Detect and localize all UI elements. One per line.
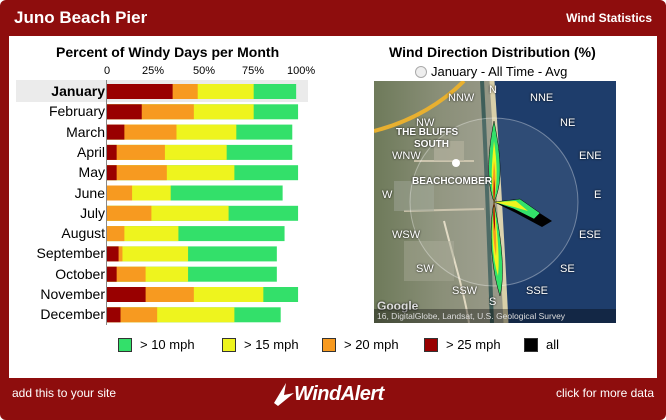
bar-june-2	[107, 185, 133, 201]
legend-swatch	[424, 338, 438, 352]
compass-w: W	[382, 189, 393, 201]
compass-nne: NNE	[530, 92, 554, 104]
map-imagery	[374, 81, 616, 323]
bar-december-3	[107, 307, 121, 323]
compass-sse: SSE	[526, 285, 549, 297]
compass-ne: NE	[560, 117, 576, 129]
legend-label: > 20 mph	[344, 337, 399, 352]
satellite-map[interactable]: N NNE NE ENE E ESE SE SSE S SSW SW WSW W…	[374, 81, 616, 323]
compass-ssw: SSW	[452, 285, 478, 297]
compass-ene: ENE	[579, 150, 602, 162]
compass-sw: SW	[416, 263, 434, 275]
bar-july-2	[107, 205, 152, 221]
compass-wsw: WSW	[392, 229, 421, 241]
map-label-south: SOUTH	[414, 139, 449, 150]
legend-label: > 25 mph	[446, 337, 501, 352]
legend-swatch	[524, 338, 538, 352]
bar-november-3	[107, 287, 146, 302]
compass-s: S	[489, 296, 497, 308]
legend-swatch	[322, 338, 336, 352]
bar-march-3	[107, 124, 125, 140]
bar-february-3	[107, 104, 142, 120]
map-label-bluffs: THE BLUFFS	[396, 127, 459, 138]
compass-nnw: NNW	[448, 92, 475, 104]
bar-september-3	[107, 246, 119, 262]
compass-se: SE	[560, 263, 575, 275]
bar-may-3	[107, 165, 117, 181]
bar-april-3	[107, 144, 117, 160]
direction-chart-title: Wind Direction Distribution (%)	[389, 44, 596, 60]
bar-january-3	[107, 84, 173, 99]
legend-label: > 15 mph	[244, 337, 299, 352]
time-range-radio[interactable]	[415, 66, 427, 78]
legend-label: all	[546, 337, 560, 352]
legend-swatch	[118, 338, 132, 352]
compass-n: N	[489, 84, 497, 96]
compass-wnw: WNW	[392, 150, 421, 162]
map-copyright: 16, DigitalGlobe, Landsat, U.S. Geologic…	[374, 309, 616, 323]
legend-label: > 10 mph	[140, 337, 195, 352]
time-range-label: January - All Time - Avg	[431, 64, 568, 79]
compass-e: E	[594, 189, 602, 201]
bar-october-3	[107, 266, 117, 282]
y-axis-line	[106, 80, 107, 325]
map-label-beachcomber: BEACHCOMBER	[412, 176, 492, 187]
legend-swatch	[222, 338, 236, 352]
bar-august-2	[107, 226, 125, 242]
compass-ese: ESE	[579, 229, 602, 241]
